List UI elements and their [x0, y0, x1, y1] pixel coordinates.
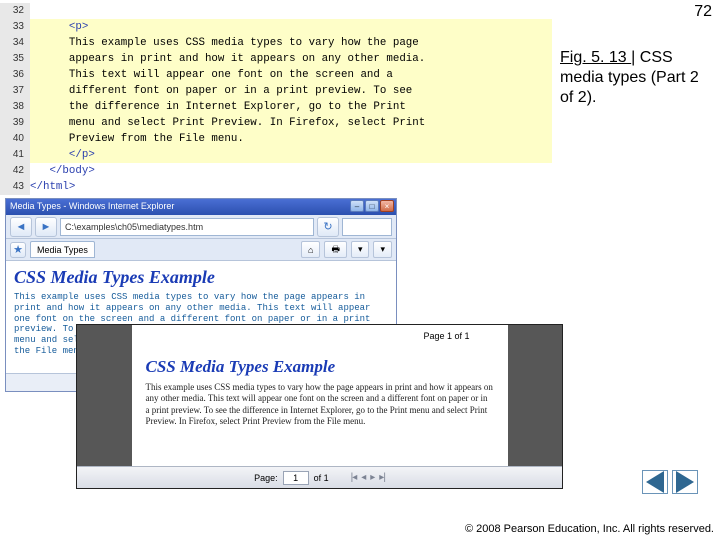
- code-line: 33 <p>: [0, 19, 552, 35]
- line-number: 35: [0, 51, 30, 67]
- window-close-button[interactable]: ×: [380, 200, 394, 212]
- print-preview-body: Page 1 of 1 CSS Media Types Example This…: [77, 325, 562, 466]
- line-number: 33: [0, 19, 30, 35]
- line-number: 34: [0, 35, 30, 51]
- prev-slide-button[interactable]: [642, 470, 668, 494]
- tab-label: Media Types: [37, 245, 88, 255]
- caption-sep: |: [631, 49, 640, 66]
- code-text: Preview from the File menu.: [30, 131, 552, 147]
- window-title: Media Types - Windows Internet Explorer: [10, 201, 174, 211]
- slide-nav: [642, 470, 698, 494]
- code-line: 43</html>: [0, 179, 552, 195]
- browser-toolbar: ◄ ► C:\examples\ch05\mediatypes.htm ↻: [6, 215, 396, 239]
- window-titlebar: Media Types - Windows Internet Explorer …: [6, 199, 396, 215]
- address-text: C:\examples\ch05\mediatypes.htm: [65, 222, 203, 232]
- preview-paragraph: This example uses CSS media types to var…: [146, 382, 494, 427]
- print-preview-window: Page 1 of 1 CSS Media Types Example This…: [76, 324, 563, 489]
- code-line: 38 the difference in Internet Explorer, …: [0, 99, 552, 115]
- back-button[interactable]: ◄: [10, 217, 32, 237]
- line-number: 36: [0, 67, 30, 83]
- print-preview-page: Page 1 of 1 CSS Media Types Example This…: [132, 325, 508, 466]
- code-text: <p>: [30, 19, 552, 35]
- search-box[interactable]: [342, 218, 392, 236]
- tools-menu-button[interactable]: ▾: [373, 241, 392, 258]
- forward-button[interactable]: ►: [35, 217, 57, 237]
- first-page-button[interactable]: |◂: [351, 472, 357, 483]
- code-text: </p>: [30, 147, 552, 163]
- address-bar[interactable]: C:\examples\ch05\mediatypes.htm: [60, 218, 314, 236]
- line-number: 38: [0, 99, 30, 115]
- page-label: Page:: [254, 473, 278, 483]
- window-minimize-button[interactable]: –: [350, 200, 364, 212]
- favorites-button[interactable]: ★: [10, 242, 26, 258]
- code-line: 36 This text will appear one font on the…: [0, 67, 552, 83]
- line-number: 42: [0, 163, 30, 179]
- next-page-button[interactable]: ▸: [370, 472, 374, 483]
- page-menu-button[interactable]: ▾: [351, 241, 370, 258]
- code-line: 39 menu and select Print Preview. In Fir…: [0, 115, 552, 131]
- copyright: © 2008 Pearson Education, Inc. All right…: [465, 523, 714, 536]
- line-number: 32: [0, 3, 30, 19]
- code-text: appears in print and how it appears on a…: [30, 51, 552, 67]
- code-text: different font on paper or in a print pr…: [30, 83, 552, 99]
- code-text: menu and select Print Preview. In Firefo…: [30, 115, 552, 131]
- triangle-left-icon: [646, 471, 664, 493]
- code-line: 40 Preview from the File menu.: [0, 131, 552, 147]
- home-button[interactable]: ⌂: [301, 241, 320, 258]
- line-number: 43: [0, 179, 30, 195]
- line-number: 39: [0, 115, 30, 131]
- code-text: </body>: [30, 163, 552, 179]
- slide-number: 72: [694, 3, 712, 21]
- browser-tabbar: ★ Media Types ⌂ 🖶 ▾ ▾: [6, 239, 396, 261]
- code-line: 34 This example uses CSS media types to …: [0, 35, 552, 51]
- code-text: the difference in Internet Explorer, go …: [30, 99, 552, 115]
- code-line: 35 appears in print and how it appears o…: [0, 51, 552, 67]
- triangle-right-icon: [676, 471, 694, 493]
- page-number-input[interactable]: 1: [283, 471, 309, 485]
- code-line: 37 different font on paper or in a print…: [0, 83, 552, 99]
- code-text: </html>: [30, 179, 552, 195]
- page-heading: CSS Media Types Example: [14, 267, 388, 288]
- refresh-button[interactable]: ↻: [317, 217, 339, 237]
- window-maximize-button[interactable]: □: [365, 200, 379, 212]
- code-line: 42 </body>: [0, 163, 552, 179]
- code-listing: 3233 <p>34 This example uses CSS media t…: [0, 3, 552, 195]
- last-page-button[interactable]: ▸|: [379, 472, 385, 483]
- code-text: This example uses CSS media types to var…: [30, 35, 552, 51]
- print-button[interactable]: 🖶: [324, 241, 347, 258]
- line-number: 41: [0, 147, 30, 163]
- line-number: 40: [0, 131, 30, 147]
- code-line: 41 </p>: [0, 147, 552, 163]
- page-indicator: Page 1 of 1: [423, 331, 469, 341]
- preview-heading: CSS Media Types Example: [146, 357, 494, 377]
- next-slide-button[interactable]: [672, 470, 698, 494]
- figure-link[interactable]: Fig. 5. 13: [560, 49, 631, 66]
- code-text: This text will appear one font on the sc…: [30, 67, 552, 83]
- figure-caption: Fig. 5. 13 | CSS media types (Part 2 of …: [560, 48, 700, 108]
- line-number: 37: [0, 83, 30, 99]
- code-line: 32: [0, 3, 552, 19]
- prev-page-button[interactable]: ◂: [361, 472, 365, 483]
- print-preview-toolbar: Page: 1 of 1 |◂ ◂ ▸ ▸|: [77, 466, 562, 488]
- browser-tab[interactable]: Media Types: [30, 241, 95, 258]
- page-of-label: of 1: [314, 473, 329, 483]
